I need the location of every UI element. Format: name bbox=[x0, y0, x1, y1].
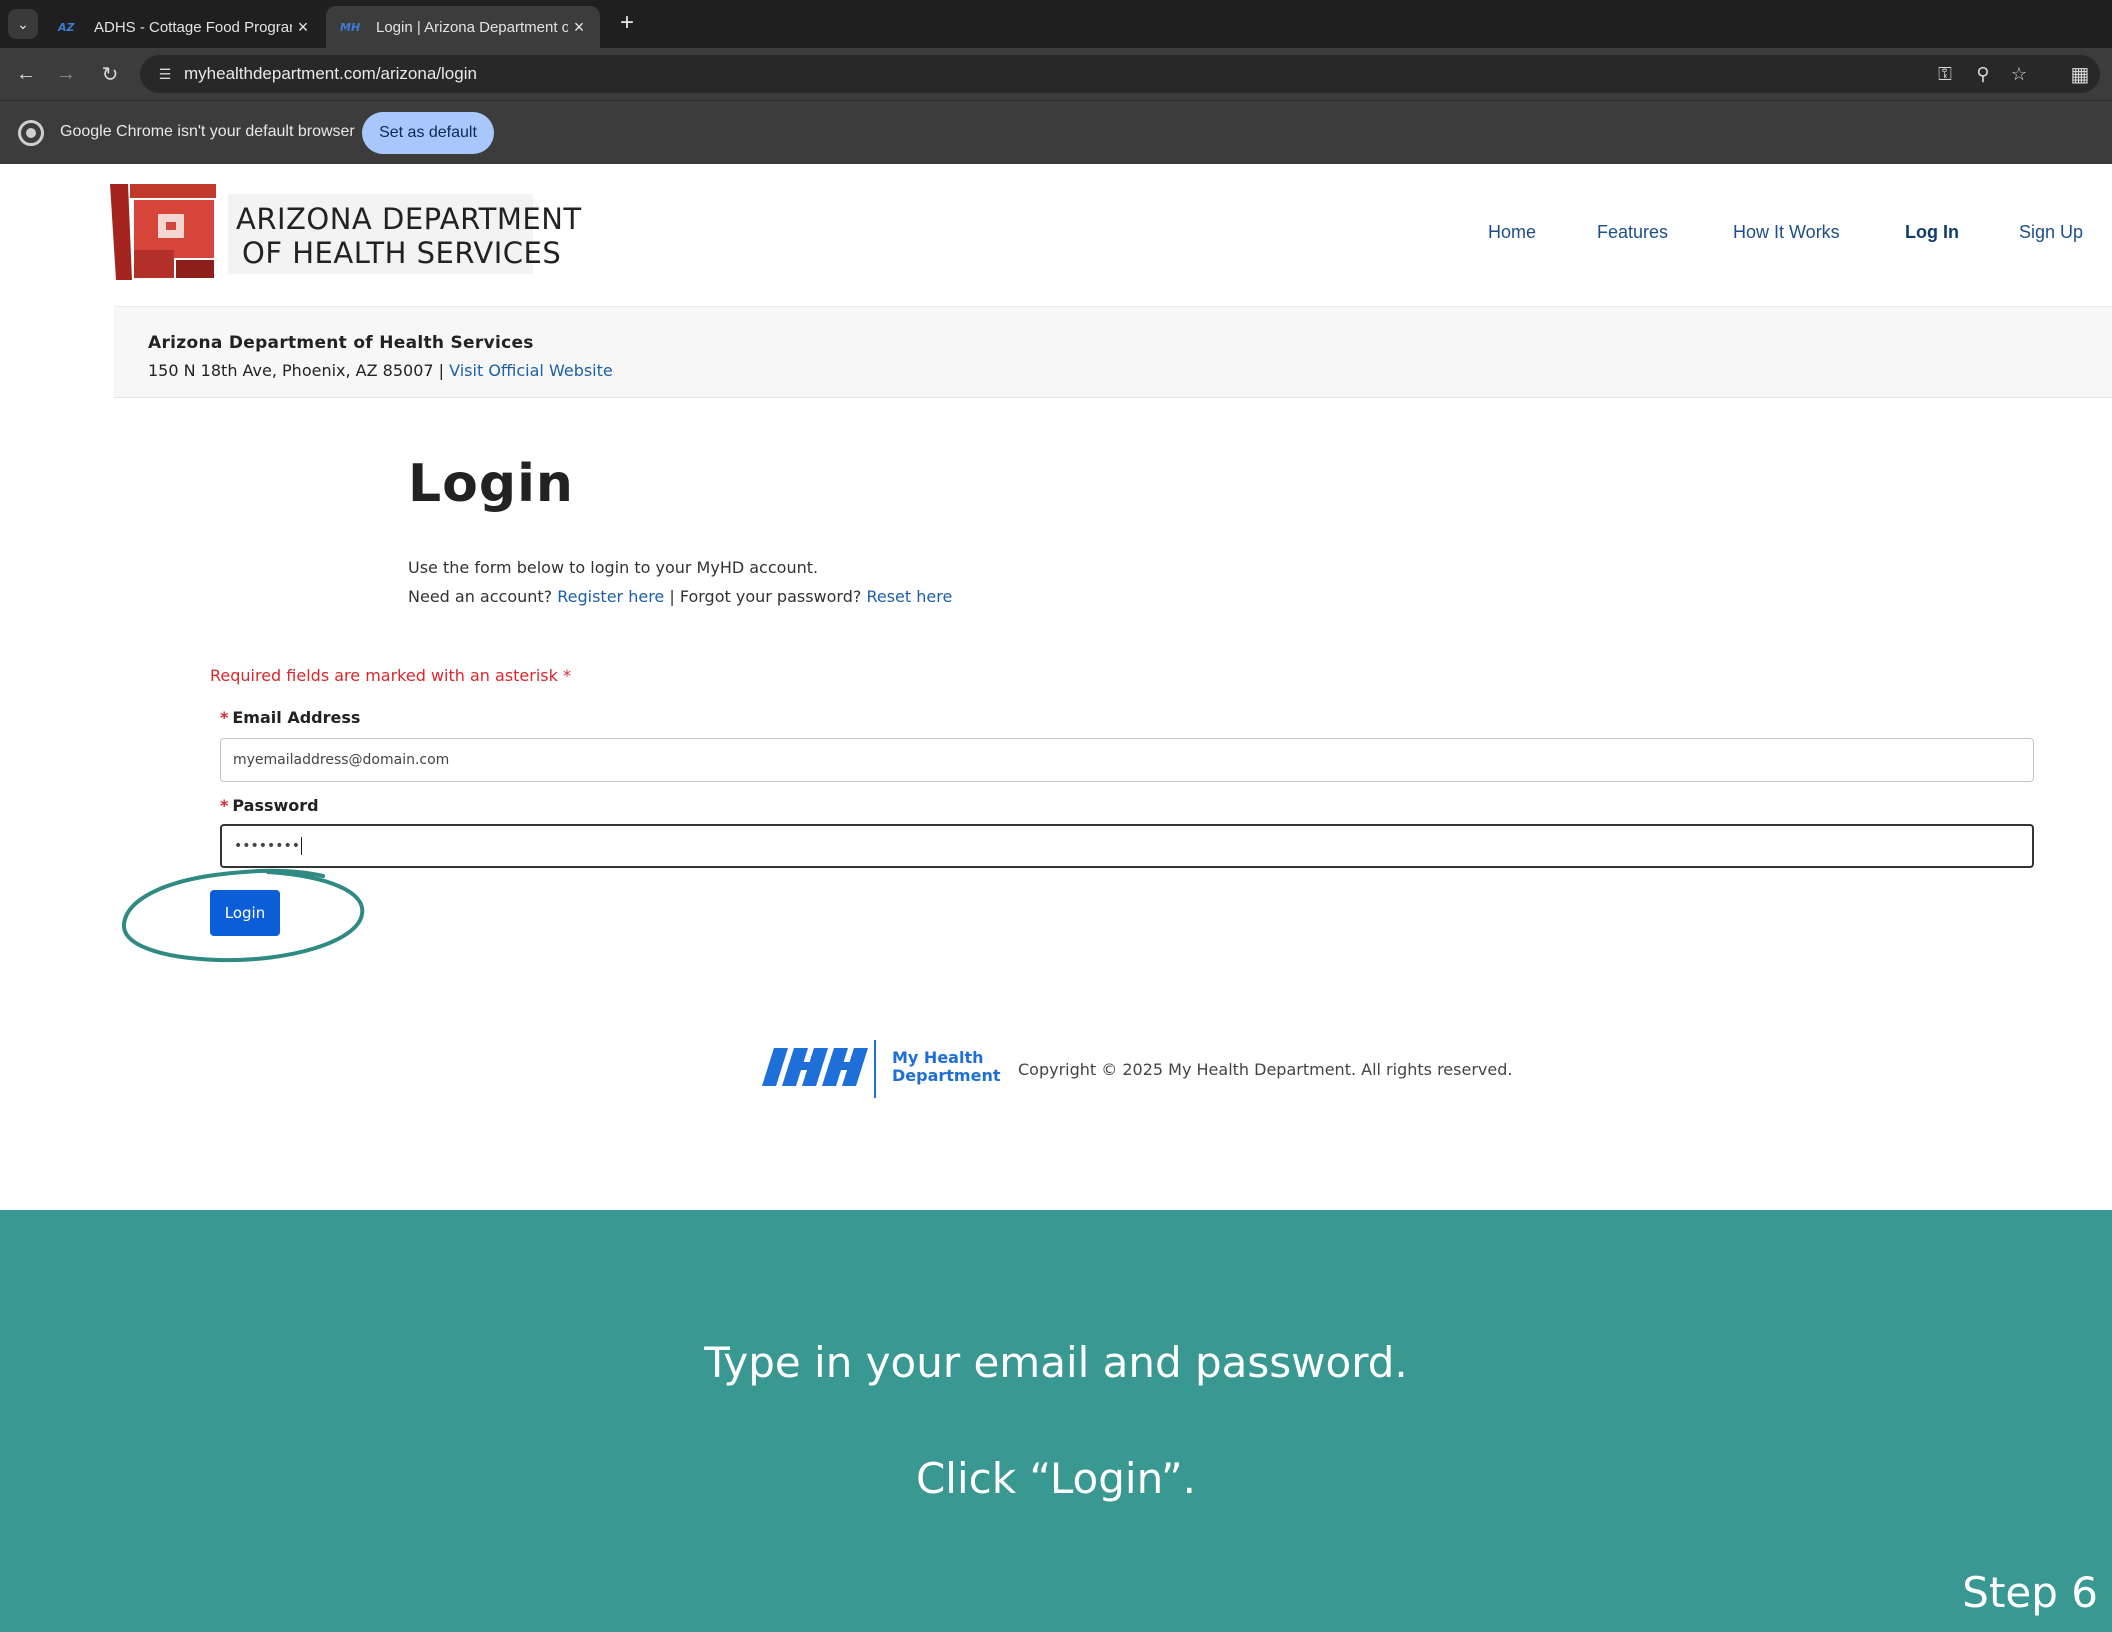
login-intro: Use the form below to login to your MyHD… bbox=[408, 558, 819, 577]
tab-title: Login | Arizona Department of Health Ser… bbox=[376, 18, 568, 36]
agency-address: 150 N 18th Ave, Phoenix, AZ 85007 bbox=[148, 361, 434, 380]
email-label: * Email Address bbox=[220, 708, 360, 727]
logo-line-2: OF HEALTH SERVICES bbox=[242, 236, 562, 270]
url-text: myhealthdepartment.com/arizona/login bbox=[184, 64, 477, 83]
required-asterisk: * bbox=[220, 796, 229, 815]
mh-favicon-icon: MH bbox=[340, 20, 361, 34]
browser-tab-login[interactable]: MH Login | Arizona Department of Health … bbox=[326, 6, 600, 48]
close-tab-icon[interactable]: × bbox=[292, 17, 314, 38]
agency-info-banner: Arizona Department of Health Services 15… bbox=[114, 306, 2112, 398]
forgot-password-text: | Forgot your password? bbox=[664, 587, 867, 606]
email-value: myemailaddress@domain.com bbox=[233, 752, 450, 768]
email-label-text: Email Address bbox=[232, 708, 361, 727]
agency-address-line: 150 N 18th Ave, Phoenix, AZ 85007 | Visi… bbox=[148, 361, 613, 380]
chrome-logo-icon bbox=[18, 120, 44, 146]
site-info-icon[interactable]: ☰ bbox=[150, 59, 180, 89]
copyright-text: Copyright © 2025 My Health Department. A… bbox=[1018, 1060, 1513, 1079]
register-here-link[interactable]: Register here bbox=[557, 587, 664, 606]
back-arrow-icon[interactable]: ← bbox=[10, 58, 42, 90]
highlight-circle-annotation bbox=[121, 868, 365, 963]
need-account-text: Need an account? bbox=[408, 587, 558, 606]
text-caret bbox=[301, 837, 303, 855]
browser-toolbar: ← → ↻ ☰ myhealthdepartment.com/arizona/l… bbox=[0, 48, 2112, 100]
password-key-icon[interactable]: ⚿ bbox=[1932, 61, 1958, 87]
step-number: Step 6 bbox=[1962, 1568, 2098, 1617]
nav-sign-up[interactable]: Sign Up bbox=[2019, 222, 2083, 243]
logo-text-block: ARIZONA DEPARTMENT OF HEALTH SERVICES bbox=[228, 194, 581, 274]
adhs-logo-mark-icon bbox=[110, 184, 216, 280]
infobar-message: Google Chrome isn't your default browser bbox=[60, 123, 355, 140]
tab-search-chevron-icon[interactable]: ⌄ bbox=[8, 9, 38, 39]
zoom-magnifier-icon[interactable]: ⚲ bbox=[1970, 61, 1996, 87]
tab-title: ADHS - Cottage Food Program bbox=[94, 18, 292, 36]
password-value: •••••••• bbox=[234, 838, 301, 854]
adhs-logo[interactable]: ARIZONA DEPARTMENT OF HEALTH SERVICES bbox=[110, 184, 581, 280]
required-fields-note: Required fields are marked with an aster… bbox=[210, 666, 571, 685]
web-page: ARIZONA DEPARTMENT OF HEALTH SERVICES Ho… bbox=[0, 164, 2112, 1210]
nav-how-it-works[interactable]: How It Works bbox=[1733, 222, 1840, 243]
set-as-default-button[interactable]: Set as default bbox=[362, 112, 494, 154]
address-bar[interactable]: ☰ myhealthdepartment.com/arizona/login ⚿… bbox=[140, 55, 2100, 93]
email-field[interactable]: myemailaddress@domain.com bbox=[220, 738, 2034, 782]
browser-tab-bar: ⌄ AZ ADHS - Cottage Food Program × MH Lo… bbox=[0, 0, 2112, 48]
forward-arrow-icon[interactable]: → bbox=[50, 58, 82, 90]
required-asterisk: * bbox=[563, 666, 571, 685]
nav-log-in[interactable]: Log In bbox=[1905, 222, 1959, 243]
instruction-line-1: Type in your email and password. bbox=[704, 1338, 1408, 1387]
logo-line-1: ARIZONA DEPARTMENT bbox=[236, 202, 582, 236]
footer-brand-name: My Health Department bbox=[892, 1049, 1000, 1085]
footer-brand-line-1: My Health bbox=[892, 1048, 984, 1067]
page-title: Login bbox=[408, 454, 574, 514]
footer-divider bbox=[874, 1040, 876, 1098]
instruction-line-2: Click “Login”. bbox=[915, 1454, 1196, 1503]
account-help-line: Need an account? Register here | Forgot … bbox=[408, 587, 952, 606]
password-field[interactable]: •••••••• bbox=[220, 824, 2034, 868]
default-browser-infobar: Google Chrome isn't your default browser… bbox=[0, 100, 2112, 164]
password-label-text: Password bbox=[232, 796, 319, 815]
footer-brand-line-2: Department bbox=[892, 1066, 1001, 1085]
extensions-puzzle-icon[interactable]: ▦ bbox=[2064, 58, 2096, 90]
agency-name: Arizona Department of Health Services bbox=[148, 333, 534, 353]
password-label: * Password bbox=[220, 796, 319, 815]
instruction-panel: Type in your email and password. Click “… bbox=[0, 1210, 2112, 1632]
my-health-department-logo-icon bbox=[762, 1048, 868, 1086]
new-tab-plus-icon[interactable]: + bbox=[612, 8, 642, 38]
reload-icon[interactable]: ↻ bbox=[94, 58, 126, 90]
visit-official-website-link[interactable]: Visit Official Website bbox=[449, 361, 613, 380]
close-tab-icon[interactable]: × bbox=[568, 17, 590, 38]
bookmark-star-icon[interactable]: ☆ bbox=[2006, 61, 2032, 87]
browser-tab-adhs[interactable]: AZ ADHS - Cottage Food Program × bbox=[44, 6, 324, 48]
address-separator: | bbox=[433, 361, 450, 380]
required-note-text: Required fields are marked with an aster… bbox=[210, 666, 558, 685]
reset-here-link[interactable]: Reset here bbox=[866, 587, 952, 606]
nav-features[interactable]: Features bbox=[1597, 222, 1668, 243]
nav-home[interactable]: Home bbox=[1488, 222, 1536, 243]
az-favicon-icon: AZ bbox=[58, 20, 75, 34]
required-asterisk: * bbox=[220, 708, 229, 727]
